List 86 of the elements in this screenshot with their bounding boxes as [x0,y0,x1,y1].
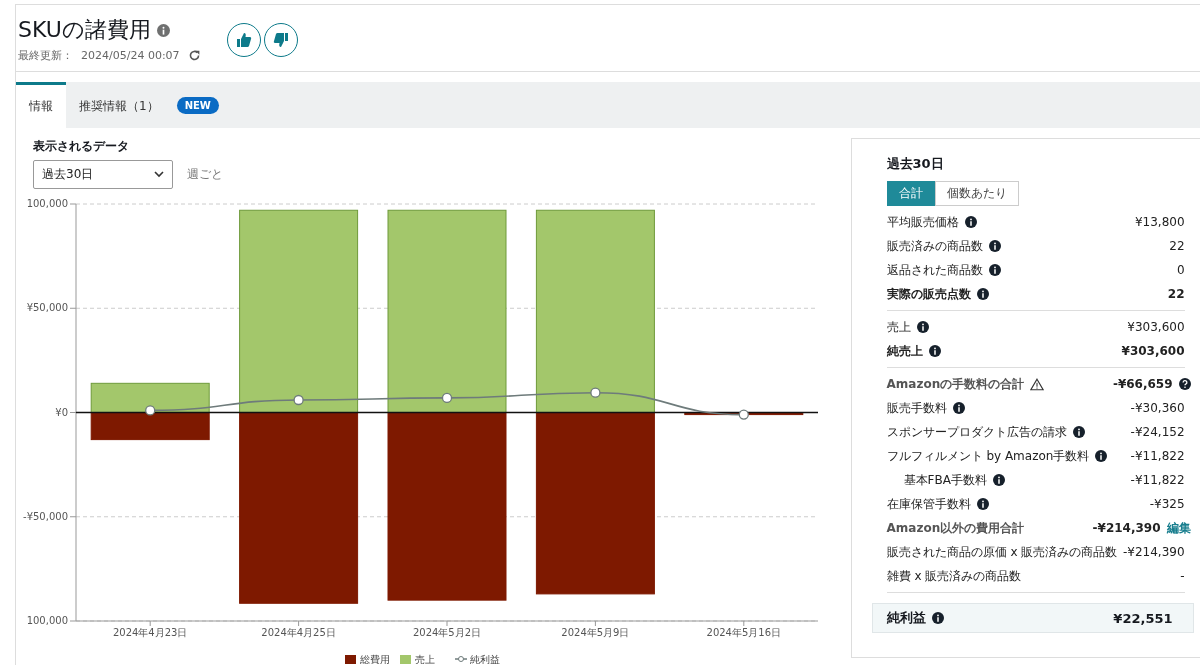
info-icon[interactable] [988,264,1001,276]
summary-value: ¥303,600 [1121,344,1185,358]
legend-line-icon [454,656,468,662]
summary-label: 実際の販売点数 [886,285,971,303]
y-axis-label: 100,000 [26,615,68,626]
summary-value: - [1180,569,1185,583]
warning-icon[interactable] [1030,377,1045,391]
summary-title: 過去30日 [886,155,945,173]
point [738,409,749,420]
summary-label: 在庫保管手数料 [886,495,971,513]
tab[interactable]: 情報 [16,82,66,128]
y-axis-label: ¥0 [55,406,68,418]
period-dropdown[interactable]: 過去30日 [33,160,173,189]
y-axis-label: ¥50,000 [26,302,68,314]
chevron-down-icon [154,171,164,178]
summary-label: 基本FBA手数料 [903,471,987,489]
x-axis-label: 2024年4月23日 [112,627,188,638]
new-badge: NEW [176,96,219,114]
legend-label: 純利益 [470,654,500,664]
page-title: SKUの諸費用 [18,16,151,44]
info-icon[interactable] [976,288,989,300]
edit-link[interactable]: 編集 [1166,519,1191,537]
info-icon[interactable] [992,474,1005,486]
x-axis-label: 2024年5月16日 [706,627,782,638]
thumbs-down-button[interactable] [263,23,298,57]
point [590,387,601,398]
summary-label: スポンサープロダクト広告の請求 [886,423,1067,441]
legend-swatch [345,655,356,664]
summary-value: -¥24,152 [1130,425,1185,439]
net-profit-label: 純利益 [886,609,926,627]
refresh-icon[interactable] [187,49,201,62]
summary-value: -¥325 [1149,497,1185,511]
info-icon[interactable] [1095,450,1108,462]
summary-value: -¥214,390 [1092,521,1161,535]
info-icon[interactable] [1072,426,1085,438]
legend-swatch [400,655,411,664]
legend-label: 総費用 [360,654,390,664]
net-profit-value: ¥22,551 [1113,610,1173,626]
summary-value: 0 [1176,263,1185,277]
mode-toggle[interactable]: 合計 [886,181,935,206]
summary-label: Amazon以外の費用合計 [886,519,1025,537]
last-updated-time: 2024/05/24 00:07 [81,49,180,62]
summary-value: -¥66,659 [1112,377,1173,391]
summary-value: -¥11,822 [1130,449,1185,463]
thumbs-up-icon [235,32,252,48]
help-icon[interactable] [1178,378,1191,390]
info-icon[interactable] [931,612,944,624]
summary-value: 22 [1169,239,1185,253]
thumbs-down-icon [272,32,289,48]
summary-label: 販売された商品の原価 x 販売済みの商品数 [886,543,1118,561]
y-axis-label: 100,000 [26,198,68,209]
last-updated-label: 最終更新： [18,48,73,63]
mode-toggle[interactable]: 個数あたり [934,181,1019,206]
point [441,392,453,404]
summary-label: 返品された商品数 [886,261,983,279]
info-icon[interactable] [916,321,929,333]
summary-value: -¥11,822 [1130,473,1185,487]
x-axis-label: 2024年5月2日 [412,627,482,638]
summary-value: 22 [1167,287,1185,301]
summary-value: -¥30,360 [1130,401,1185,415]
summary-label: フルフィルメント by Amazon手数料 [886,447,1090,465]
thumbs-up-button[interactable] [226,23,261,57]
filter-label: 表示されるデータ [33,138,130,155]
point [145,405,156,416]
summary-value: ¥303,600 [1127,320,1185,334]
summary-label: 平均販売価格 [886,213,959,231]
x-axis-label: 2024年5月9日 [561,627,630,638]
summary-value: -¥214,390 [1122,545,1185,559]
point [293,394,304,406]
summary-label: 売上 [886,318,911,336]
summary-value: ¥13,800 [1134,215,1185,229]
info-icon[interactable] [964,216,977,228]
y-axis-label: -¥50,000 [23,510,68,522]
legend-label: 売上 [415,654,435,664]
info-icon[interactable] [988,240,1001,252]
granularity-label: 週ごと [187,166,223,183]
info-icon[interactable] [952,402,965,414]
summary-label: 純売上 [886,342,923,360]
tab[interactable]: 推奨情報（1） [66,82,172,128]
info-icon[interactable] [928,345,941,357]
info-icon[interactable] [976,498,989,510]
summary-label: 販売済みの商品数 [886,237,983,255]
x-axis-label: 2024年4月25日 [261,627,336,638]
summary-label: Amazonの手数料の合計 [886,375,1025,393]
summary-label: 販売手数料 [886,399,947,417]
summary-label: 雑費 x 販売済みの商品数 [886,567,1022,585]
